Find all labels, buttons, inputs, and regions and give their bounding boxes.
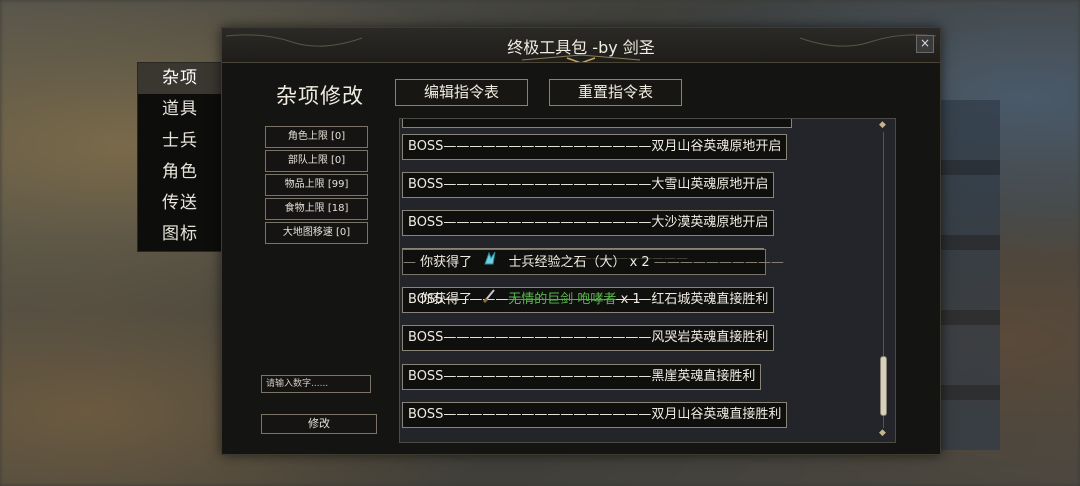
- category-item-misc[interactable]: 杂项: [138, 63, 222, 95]
- faded-notification-text: ——————————————: [520, 251, 688, 265]
- crystal-icon: [482, 250, 498, 275]
- limit-map-speed-button[interactable]: 大地图移速 [0]: [265, 222, 368, 244]
- category-item-soldiers[interactable]: 士兵: [138, 126, 222, 157]
- command-row[interactable]: BOSS————————————————双月山谷英魂直接胜利: [402, 402, 788, 428]
- command-row[interactable]: BOSS————————————————大雪山英魂原地开启: [402, 172, 775, 198]
- notification-prefix: 你获得了: [420, 292, 473, 307]
- reset-command-table-button[interactable]: 重置指令表: [549, 79, 682, 106]
- background-hud-strip: [940, 100, 1000, 450]
- command-row[interactable]: BOSS————————————————风哭岩英魂直接胜利: [402, 325, 775, 351]
- close-button[interactable]: ×: [916, 35, 934, 53]
- command-list-panel: BOSS————————————————双月山谷英魂原地开启 BOSS—————…: [399, 118, 896, 443]
- category-item-icons[interactable]: 图标: [138, 219, 222, 250]
- scroll-thumb[interactable]: [880, 356, 887, 416]
- title-bar: 终极工具包 -by 剑圣 ×: [222, 28, 940, 63]
- scroll-up-icon[interactable]: ◆: [879, 120, 886, 130]
- notification-count: x 1: [620, 292, 641, 307]
- limit-troop-button[interactable]: 部队上限 [0]: [265, 150, 368, 172]
- category-menu: 杂项 道具 士兵 角色 传送 图标: [137, 62, 223, 252]
- command-row[interactable]: BOSS————————————————大沙漠英魂原地开启: [402, 210, 775, 236]
- toolkit-window: 终极工具包 -by 剑圣 × 杂项修改 编辑指令表 重置指令表 角色上限 [0]…: [221, 27, 941, 455]
- category-item-characters[interactable]: 角色: [138, 157, 222, 188]
- notification-item-name: 无情的巨剑 咆哮者: [508, 292, 617, 307]
- command-row-partial[interactable]: [402, 119, 792, 128]
- item-obtained-notification: 你获得了 无情的巨剑 咆哮者 x 1: [420, 287, 641, 311]
- sword-icon: [482, 287, 498, 312]
- category-item-items[interactable]: 道具: [138, 94, 222, 125]
- limit-item-button[interactable]: 物品上限 [99]: [265, 174, 368, 196]
- command-list-scrollbar[interactable]: ◆ ◆: [878, 120, 890, 440]
- command-row[interactable]: BOSS————————————————双月山谷英魂原地开启: [402, 134, 788, 160]
- edit-command-table-button[interactable]: 编辑指令表: [395, 79, 528, 106]
- limit-character-button[interactable]: 角色上限 [0]: [265, 126, 368, 148]
- number-input[interactable]: [261, 375, 371, 393]
- limits-list: 角色上限 [0] 部队上限 [0] 物品上限 [99] 食物上限 [18] 大地…: [265, 126, 368, 246]
- command-row[interactable]: BOSS————————————————黑崖英魂直接胜利: [402, 364, 762, 390]
- limit-food-button[interactable]: 食物上限 [18]: [265, 198, 368, 220]
- category-item-teleport[interactable]: 传送: [138, 188, 222, 219]
- section-title: 杂项修改: [276, 84, 364, 108]
- scroll-down-icon[interactable]: ◆: [879, 428, 886, 438]
- notification-prefix: 你获得了: [420, 255, 473, 270]
- modify-button[interactable]: 修改: [261, 414, 377, 434]
- window-title: 终极工具包 -by 剑圣: [507, 38, 655, 57]
